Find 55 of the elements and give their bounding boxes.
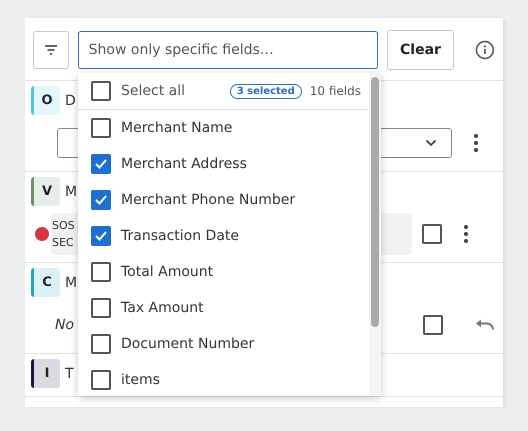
option-label: items <box>121 372 160 388</box>
row-title: D <box>65 92 76 108</box>
chevron-down-icon <box>425 139 437 147</box>
checkbox[interactable] <box>91 190 111 210</box>
field-option[interactable]: Merchant Name <box>78 110 369 146</box>
check-icon <box>95 231 107 241</box>
search-field[interactable]: Show only specific fields… <box>78 31 378 69</box>
row-title: M <box>65 184 78 200</box>
filter-icon <box>44 45 58 55</box>
status-text: SEC <box>51 235 74 251</box>
select-all-option[interactable]: Select all <box>78 81 185 101</box>
check-icon <box>95 159 107 169</box>
checkbox[interactable] <box>91 118 111 138</box>
letter-badge: V <box>31 177 60 206</box>
checkbox[interactable] <box>91 226 111 246</box>
field-option[interactable]: Total Amount <box>78 254 369 290</box>
more-icon[interactable] <box>474 134 478 152</box>
option-label: Merchant Address <box>121 156 247 172</box>
field-option[interactable]: items <box>78 362 369 398</box>
letter-badge: O <box>31 86 60 115</box>
checkbox[interactable] <box>423 315 443 335</box>
letter-badge: C <box>31 268 60 297</box>
checkbox[interactable] <box>91 298 111 318</box>
row-title: M <box>65 274 78 290</box>
note-text: No <box>55 317 76 333</box>
option-label: Transaction Date <box>121 228 240 244</box>
info-icon[interactable] <box>475 40 495 60</box>
status-text: SOS <box>51 218 75 234</box>
row-title: T <box>65 366 74 382</box>
checkbox[interactable] <box>91 370 111 390</box>
filter-button[interactable] <box>33 31 69 69</box>
check-icon <box>95 195 107 205</box>
option-label: Total Amount <box>121 264 214 280</box>
option-label: Merchant Name <box>121 120 232 136</box>
undo-icon[interactable] <box>475 319 495 331</box>
checkbox[interactable] <box>91 262 111 282</box>
field-option[interactable]: Merchant Address <box>78 146 369 182</box>
field-option[interactable]: Transaction Date <box>78 218 369 254</box>
checkbox[interactable] <box>91 154 111 174</box>
field-count: 10 fields <box>310 84 361 98</box>
option-label: Merchant Phone Number <box>121 192 296 208</box>
checkbox[interactable] <box>91 334 111 354</box>
scrollbar-thumb[interactable] <box>371 77 379 327</box>
checkbox[interactable] <box>422 224 442 244</box>
field-option[interactable]: Document Number <box>78 326 369 362</box>
field-option[interactable]: Tax Amount <box>78 290 369 326</box>
selected-count-badge: 3 selected <box>230 84 302 98</box>
option-label: Document Number <box>121 336 254 352</box>
checkbox[interactable] <box>91 81 111 101</box>
clear-button[interactable]: Clear <box>386 30 454 70</box>
option-label: Tax Amount <box>121 300 204 316</box>
field-option[interactable]: Merchant Phone Number <box>78 182 369 218</box>
option-label: Select all <box>121 83 185 99</box>
more-icon[interactable] <box>464 225 468 243</box>
letter-badge: I <box>31 359 60 388</box>
